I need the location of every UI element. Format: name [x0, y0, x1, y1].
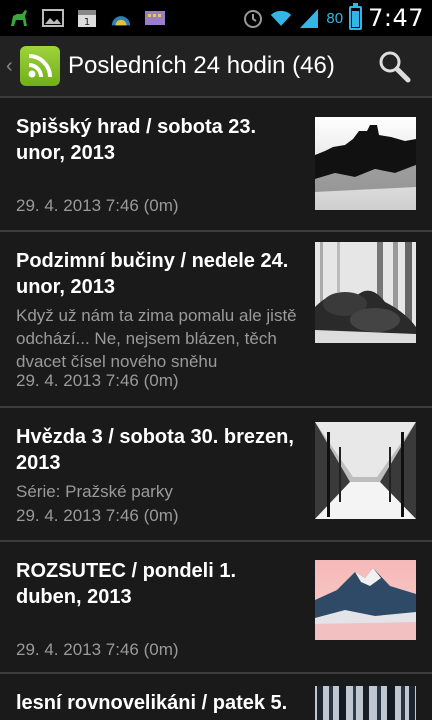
- svg-text:1: 1: [84, 17, 90, 28]
- list-item[interactable]: Podzimní bučiny / nedele 24. unor, 2013 …: [0, 232, 432, 408]
- thumbnail-snowy-alley: [315, 422, 416, 519]
- alarm-icon: [242, 7, 264, 29]
- battery-fill: [352, 11, 360, 27]
- wifi-icon: [270, 7, 292, 29]
- battery-icon: [349, 3, 363, 30]
- page-title: Posledních 24 hodin (46): [68, 52, 335, 79]
- list-item[interactable]: Hvězda 3 / sobota 30. brezen, 2013 Série…: [0, 408, 432, 542]
- item-title: Spišský hrad / sobota 23. unor, 2013: [16, 116, 257, 164]
- signal-icon: [298, 7, 320, 29]
- item-date: 29. 4. 2013 7:46 (0m): [16, 371, 179, 390]
- status-bar: 1 80 7:47: [0, 0, 432, 36]
- android-icon: [8, 7, 30, 29]
- item-description: Když už nám ta zima pomalu ale jistě odc…: [16, 306, 297, 371]
- action-bar: ‹ Posledních 24 hodin (46): [0, 36, 432, 98]
- battery-level: 80: [326, 9, 344, 27]
- clock: 7:47: [368, 4, 424, 32]
- thumbnail-mountain: [315, 560, 416, 640]
- item-title: lesní rovnovelikáni / patek 5. duben, 20…: [16, 692, 288, 720]
- search-icon[interactable]: [376, 48, 412, 84]
- list-item[interactable]: ROZSUTEC / pondeli 1. duben, 2013 29. 4.…: [0, 542, 432, 674]
- calendar-icon: 1: [76, 7, 98, 29]
- image-icon: [42, 7, 64, 29]
- keyboard-icon: [144, 7, 166, 29]
- weather-icon: [110, 7, 132, 29]
- thumbnail-trees: [315, 686, 416, 720]
- item-title: ROZSUTEC / pondeli 1. duben, 2013: [16, 560, 237, 608]
- list-item[interactable]: Spišský hrad / sobota 23. unor, 2013 29.…: [0, 98, 432, 232]
- list-item[interactable]: lesní rovnovelikáni / patek 5. duben, 20…: [0, 674, 432, 720]
- item-date: 29. 4. 2013 7:46 (0m): [16, 196, 179, 215]
- thumbnail-castle: [315, 117, 416, 210]
- item-date: 29. 4. 2013 7:46 (0m): [16, 640, 179, 659]
- item-title: Podzimní bučiny / nedele 24. unor, 2013: [16, 250, 289, 298]
- thumbnail-forest-rocks: [315, 242, 416, 343]
- article-list: Spišský hrad / sobota 23. unor, 2013 29.…: [0, 98, 432, 720]
- rss-icon[interactable]: [20, 46, 60, 86]
- item-description: Série: Pražské parky: [16, 482, 173, 501]
- item-title: Hvězda 3 / sobota 30. brezen, 2013: [16, 426, 294, 474]
- item-date: 29. 4. 2013 7:46 (0m): [16, 506, 179, 525]
- up-caret-icon[interactable]: ‹: [6, 55, 18, 78]
